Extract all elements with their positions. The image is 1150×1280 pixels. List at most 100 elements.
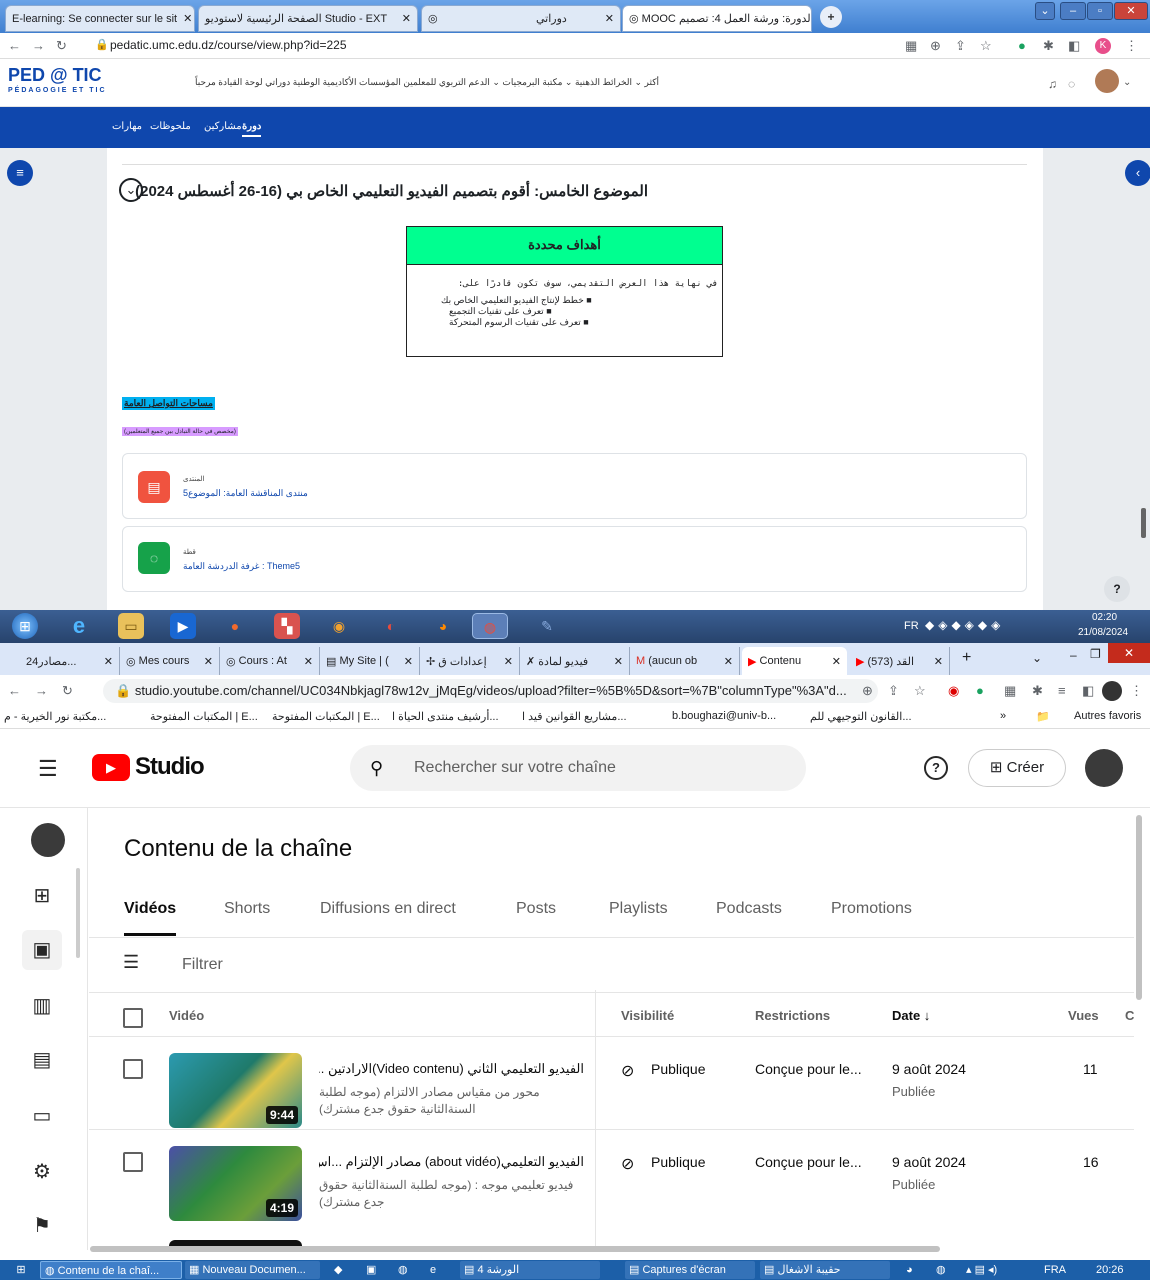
chevron-down-icon[interactable]: ⌄ (1123, 77, 1131, 88)
start-icon[interactable]: ⊞ (4, 1261, 38, 1279)
message-icon[interactable]: ◌ (1068, 77, 1075, 91)
table-row[interactable]: 9:44 الفيديو التعليمي الثاني (Video cont… (89, 1036, 1134, 1129)
share-icon[interactable]: ⇪ (955, 38, 966, 54)
scrollbar-thumb[interactable] (1141, 508, 1146, 538)
taskbar-item[interactable]: ▤ حقيبة الاشغال (760, 1261, 890, 1279)
bookmark[interactable]: القانون التوجيهي للم... (810, 710, 912, 723)
filter-icon[interactable]: ☰ (123, 952, 139, 973)
video-title[interactable]: الفيديو التعليمي الثاني (Video contenu)ا… (319, 1061, 584, 1077)
nav-course[interactable]: دورة (242, 121, 262, 137)
channel-avatar[interactable] (31, 823, 65, 857)
opera-icon[interactable]: ◉ (948, 683, 959, 699)
close-icon[interactable]: ✕ (396, 12, 411, 25)
disc-icon[interactable]: ◉ (326, 613, 352, 639)
new-tab-button[interactable]: + (820, 6, 842, 28)
media-icon[interactable]: ▶ (170, 613, 196, 639)
folder-icon[interactable]: ▭ (118, 613, 144, 639)
site-menu[interactable]: أكثر ⌄ الخرائط الذهنية ⌄ مكتبة البرمجيات… (195, 77, 659, 88)
course-index-toggle[interactable]: ≡ (7, 160, 33, 186)
col-restrictions[interactable]: Restrictions (755, 1008, 830, 1023)
lang-indicator[interactable]: FRA (1040, 1261, 1070, 1279)
tray-icons[interactable]: ◆◈◆◈◆◈ (925, 618, 1004, 632)
col-date[interactable]: Date ↓ (892, 1008, 930, 1023)
app-icon[interactable]: ▣ (362, 1261, 380, 1279)
chrome-icon[interactable]: ◍ (932, 1261, 950, 1279)
account-avatar[interactable] (1085, 749, 1123, 787)
dashboard-icon[interactable]: ⊞ (22, 876, 62, 916)
translate-icon[interactable]: ▦ (905, 38, 917, 54)
bell-icon[interactable]: ♫ (1048, 77, 1057, 91)
bookmarks-overflow[interactable]: » (1000, 710, 1006, 722)
reload-icon[interactable]: ↻ (56, 38, 67, 54)
url-field[interactable]: pedatic.umc.edu.dz/course/view.php?id=22… (110, 38, 347, 52)
tab-my-site[interactable]: ▤ My Site | (✕ (320, 647, 420, 675)
tab-elearning[interactable]: E-learning: Se connecter sur le sit ✕ (5, 5, 195, 32)
visibility-value[interactable]: Publique (651, 1061, 706, 1077)
tab-promotions[interactable]: Promotions (831, 900, 912, 918)
bookmark[interactable]: المكتبات المفتوحة | E... (150, 710, 258, 723)
bookmark[interactable]: أرشيف منتدى الحياة ا... (392, 710, 499, 723)
close-icon[interactable]: ✕ (500, 655, 513, 668)
sidepanel-icon[interactable]: ◧ (1068, 38, 1080, 54)
tab-video[interactable]: ✗ فيديو لمادة ✕ (520, 647, 630, 675)
close-icon[interactable]: ✕ (400, 655, 413, 668)
extension-icon[interactable]: ● (976, 683, 984, 698)
tab-mooc[interactable]: ◎ MOOC الدورة: ورشة العمل 4: تصميم✕ (622, 5, 812, 32)
bookmark[interactable]: مكتبة نور الخيرية - م... (4, 710, 106, 723)
tab-playlists[interactable]: Playlists (609, 900, 668, 918)
close-icon[interactable]: ✕ (930, 655, 943, 668)
close-icon[interactable]: ✕ (610, 655, 623, 668)
bookmark-folder[interactable]: Autres favoris (1074, 710, 1141, 722)
content-icon[interactable]: ▣ (22, 930, 62, 970)
close-icon[interactable]: ✕ (599, 12, 614, 25)
activity-card-forum[interactable]: ▤ المنتدى منتدى المناقشة العامة: الموضوع… (122, 453, 1027, 519)
bookmark[interactable]: b.boughazi@univ-b... (672, 710, 776, 722)
close-icon[interactable]: ✕ (100, 655, 113, 668)
tab-masadir[interactable]: مصادر24... ✕ (20, 647, 120, 675)
clock-time[interactable]: 02:20 (1092, 612, 1117, 623)
extension-icon[interactable]: ● (1018, 38, 1026, 53)
close-icon[interactable]: ✕ (200, 655, 213, 668)
analytics-icon[interactable]: ▥ (22, 986, 62, 1026)
tab-dourati[interactable]: دوراتي ✕ (530, 5, 620, 32)
bookmark[interactable]: المكتبات المفتوحة | E... (272, 710, 380, 723)
sidebar-scrollbar[interactable] (76, 868, 80, 958)
forward-icon[interactable]: → (35, 683, 48, 698)
col-visibility[interactable]: Visibilité (621, 1008, 674, 1023)
table-row[interactable]: 4:19 الفيديو التعليمي(about vidéo) مصادر… (89, 1129, 1134, 1222)
extension-icon[interactable]: ▦ (1004, 683, 1016, 699)
tab-youtube[interactable]: ▶ (573) القد ✕ (850, 647, 950, 675)
video-thumbnail[interactable]: 9:44 (169, 1053, 302, 1128)
taskbar-item[interactable]: ▤ الورشة 4 (460, 1261, 600, 1279)
video-thumbnail[interactable]: 4:19 (169, 1146, 302, 1221)
drawer-toggle[interactable]: ‹ (1125, 160, 1150, 186)
tab-settings[interactable]: ✢ إعدادات ق ✕ (420, 647, 520, 675)
close-icon[interactable]: ✕ (828, 655, 841, 668)
chrome-icon[interactable]: ◍ (394, 1261, 412, 1279)
close-window-icon[interactable]: ✕ (1114, 2, 1148, 20)
zoom-icon[interactable]: ⊕ (862, 683, 873, 699)
row-checkbox[interactable] (123, 1059, 143, 1079)
app-icon[interactable]: ◐ (378, 613, 404, 639)
app-icon[interactable]: ● (222, 613, 248, 639)
tab-shorts[interactable]: Shorts (224, 900, 270, 918)
tab-search-icon[interactable]: ⌄ (1035, 2, 1055, 20)
tray-icons[interactable]: ▴ ▤ ◂) (962, 1261, 1001, 1279)
close-icon[interactable]: ✕ (177, 12, 192, 25)
tab-contenu[interactable]: ▶ Contenu ✕ (742, 647, 847, 675)
taskbar-item[interactable]: ▤ Captures d'écran (625, 1261, 755, 1279)
filter-input[interactable]: Filtrer (182, 956, 223, 974)
main-scrollbar[interactable] (1136, 815, 1142, 1000)
subtitles-icon[interactable]: ▭ (22, 1096, 62, 1136)
comments-icon[interactable]: ▤ (22, 1040, 62, 1080)
star-icon[interactable]: ☆ (914, 683, 926, 699)
firefox-icon[interactable]: ◕ (902, 1261, 917, 1279)
tab-studio-home[interactable]: الصفحة الرئيسية لاستوديو Studio - EXT ✕ (198, 5, 418, 32)
paint-icon[interactable]: ✎ (534, 613, 560, 639)
feedback-icon[interactable]: ⚑ (22, 1206, 62, 1246)
sidepanel-icon[interactable]: ◧ (1082, 683, 1094, 699)
firefox-icon[interactable]: ◕ (430, 613, 456, 639)
start-icon[interactable]: ⊞ (12, 613, 38, 639)
col-c[interactable]: C (1125, 1008, 1134, 1023)
site-logo[interactable]: PED @ TIC PÉDAGOGIE ET TIC (8, 66, 107, 99)
